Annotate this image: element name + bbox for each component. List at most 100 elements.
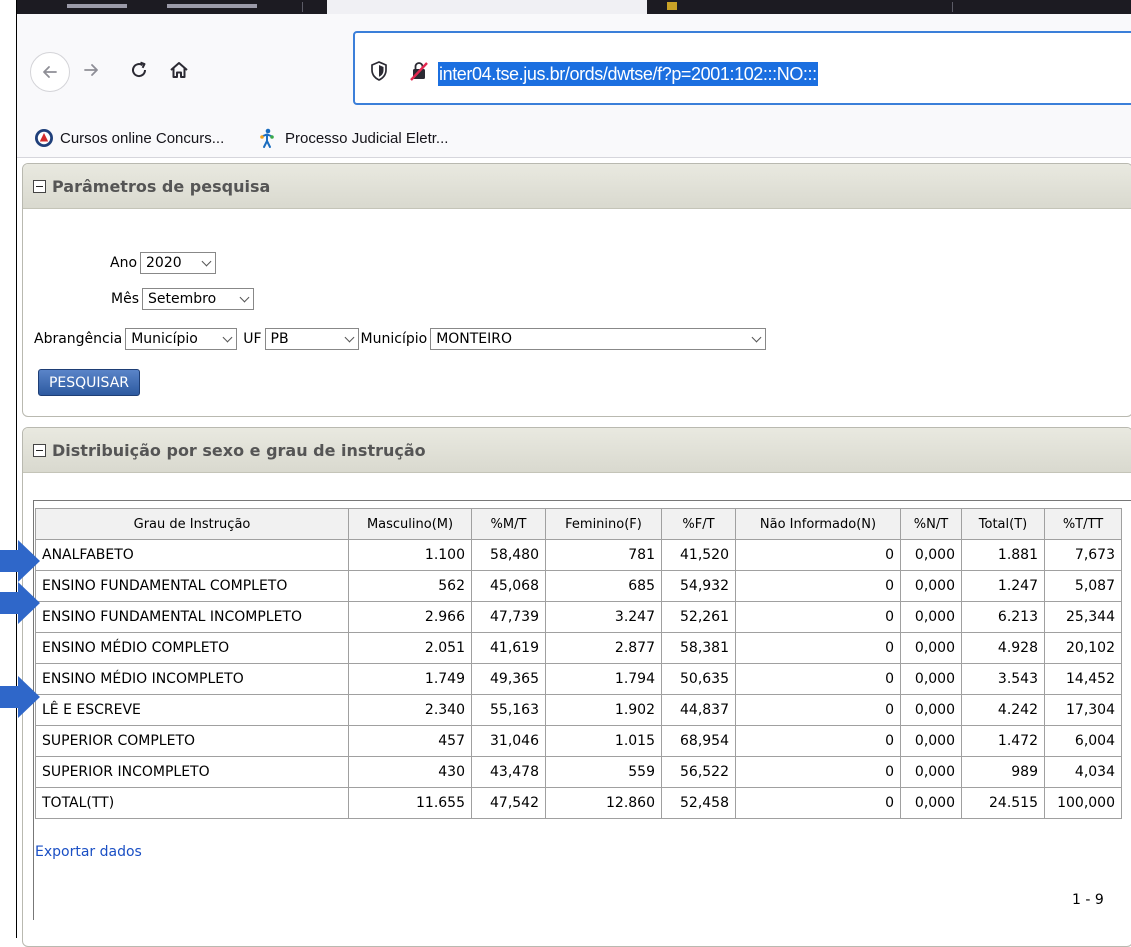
cell-value: 58,381 — [661, 632, 736, 664]
bookmark-cursos[interactable]: Cursos online Concurs... — [34, 127, 224, 149]
home-icon — [170, 62, 188, 78]
abrangencia-value: Município — [131, 331, 198, 347]
municipio-label: Município — [360, 331, 428, 347]
column-header[interactable]: Feminino(F) — [545, 508, 662, 540]
cell-value: 24.515 — [961, 787, 1045, 819]
mes-row: Mês Setembro — [111, 288, 254, 310]
cell-value: 1.794 — [545, 663, 662, 695]
chevron-down-icon — [239, 292, 250, 302]
collapse-toggle-icon[interactable] — [33, 179, 46, 193]
cell-value: 41,520 — [661, 539, 736, 571]
reload-button[interactable] — [124, 52, 154, 88]
ano-value: 2020 — [146, 255, 182, 271]
chevron-down-icon — [344, 332, 354, 342]
shield-icon[interactable] — [370, 60, 388, 86]
cell-value: 0,000 — [900, 632, 962, 664]
search-button[interactable]: PESQUISAR — [38, 369, 140, 396]
ano-row: Ano 2020 — [110, 252, 217, 274]
table-row: ENSINO MÉDIO COMPLETO 2.051 41,619 2.877 58,… — [35, 632, 1122, 664]
mes-value: Setembro — [148, 291, 217, 307]
chevron-down-icon — [201, 256, 212, 266]
forward-arrow-icon — [84, 64, 98, 76]
tab-strip[interactable] — [17, 0, 1131, 14]
cell-value: 989 — [961, 756, 1045, 788]
annotation-arrow — [0, 580, 40, 626]
cell-value: 11.655 — [348, 787, 472, 819]
municipio-select[interactable]: MONTEIRO — [430, 328, 767, 350]
ano-label: Ano — [110, 255, 138, 271]
abrangencia-select[interactable]: Município — [125, 328, 238, 350]
bookmark-label: Processo Judicial Eletr... — [285, 129, 449, 147]
insecure-connection-icon[interactable] — [408, 60, 430, 86]
cell-value: 68,954 — [661, 725, 736, 757]
forward-button[interactable] — [76, 52, 106, 88]
chevron-down-icon — [751, 332, 762, 342]
cell-value: 0 — [735, 725, 901, 757]
cell-value: 47,542 — [471, 787, 546, 819]
cell-value: 4.242 — [961, 694, 1045, 726]
cell-value: 56,522 — [661, 756, 736, 788]
cell-value: 1.015 — [545, 725, 662, 757]
cell-value: 100,000 — [1044, 787, 1122, 819]
cell-value: 4,034 — [1044, 756, 1122, 788]
cell-value: 0,000 — [900, 694, 962, 726]
bookmark-pje[interactable]: Processo Judicial Eletr... — [257, 127, 448, 149]
cell-value: 0 — [735, 787, 901, 819]
cell-value: 2.340 — [348, 694, 472, 726]
cell-value: 1.247 — [961, 570, 1045, 602]
column-header[interactable]: %F/T — [661, 508, 736, 540]
cell-value: 0 — [735, 539, 901, 571]
url-text[interactable]: inter04.tse.jus.br/ords/dwtse/f?p=2001:1… — [438, 62, 818, 86]
cell-grau: TOTAL(TT) — [35, 787, 349, 819]
cell-value: 14,452 — [1044, 663, 1122, 695]
annotation-arrow — [0, 674, 40, 720]
uf-select[interactable]: PB — [264, 328, 359, 350]
cell-value: 49,365 — [471, 663, 546, 695]
region-title: Parâmetros de pesquisa — [52, 176, 271, 196]
mes-label: Mês — [111, 291, 139, 307]
municipio-value: MONTEIRO — [436, 331, 513, 347]
reload-icon — [132, 61, 147, 78]
mes-select[interactable]: Setembro — [142, 288, 254, 310]
column-header[interactable]: %T/TT — [1044, 508, 1122, 540]
cell-value: 43,478 — [471, 756, 546, 788]
cell-value: 0,000 — [900, 601, 962, 633]
region-header: Parâmetros de pesquisa — [23, 164, 1131, 209]
export-data-link[interactable]: Exportar dados — [35, 844, 142, 860]
cell-grau: LÊ E ESCREVE — [35, 694, 349, 726]
cell-value: 685 — [545, 570, 662, 602]
tab-active[interactable] — [327, 0, 647, 14]
cell-value: 1.881 — [961, 539, 1045, 571]
cell-value: 31,046 — [471, 725, 546, 757]
cell-value: 41,619 — [471, 632, 546, 664]
table-row: ENSINO MÉDIO INCOMPLETO 1.749 49,365 1.794 5… — [35, 663, 1122, 695]
cell-value: 0 — [735, 632, 901, 664]
pagination-range: 1 - 9 — [1072, 892, 1104, 908]
cell-value: 1.749 — [348, 663, 472, 695]
cell-value: 430 — [348, 756, 472, 788]
cell-value: 0 — [735, 694, 901, 726]
collapse-toggle-icon[interactable] — [33, 443, 46, 457]
abrangencia-row: Abrangência Município UF PB Município MO… — [34, 328, 767, 350]
column-header[interactable]: Masculino(M) — [348, 508, 472, 540]
tab-separator — [952, 2, 953, 12]
column-header[interactable]: %N/T — [900, 508, 962, 540]
column-header[interactable]: Grau de Instrução — [35, 508, 349, 540]
column-header[interactable]: Total(T) — [961, 508, 1045, 540]
cell-value: 0 — [735, 601, 901, 633]
cell-value: 781 — [545, 539, 662, 571]
cell-value: 12.860 — [545, 787, 662, 819]
ano-select[interactable]: 2020 — [140, 252, 217, 274]
cell-value: 52,261 — [661, 601, 736, 633]
cell-value: 457 — [348, 725, 472, 757]
report-table: Grau de Instrução Masculino(M) %M/T Femi… — [35, 508, 1122, 819]
column-header[interactable]: Não Informado(N) — [735, 508, 901, 540]
back-button[interactable] — [30, 52, 70, 92]
table-row: LÊ E ESCREVE 2.340 55,163 1.902 44,837 0 0,000… — [35, 694, 1122, 726]
cell-grau: SUPERIOR INCOMPLETO — [35, 756, 349, 788]
cell-value: 45,068 — [471, 570, 546, 602]
cell-value: 562 — [348, 570, 472, 602]
column-header[interactable]: %M/T — [471, 508, 546, 540]
home-button[interactable] — [164, 52, 194, 88]
cell-value: 6,004 — [1044, 725, 1122, 757]
